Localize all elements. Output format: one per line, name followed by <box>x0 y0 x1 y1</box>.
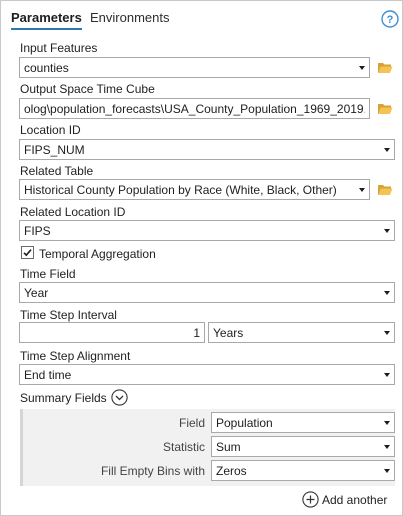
chevron-down-icon <box>384 148 390 152</box>
statistic-value: Sum <box>216 440 241 454</box>
time-step-alignment-label: Time Step Alignment <box>20 349 131 363</box>
collapse-chevron-icon[interactable] <box>111 389 128 406</box>
add-another-label: Add another <box>322 493 388 507</box>
time-field-dropdown[interactable]: Year <box>19 282 395 303</box>
fill-empty-bins-label: Fill Empty Bins with <box>100 464 205 478</box>
input-features-label: Input Features <box>20 41 98 55</box>
geoprocessing-pane: Parameters Environments ? Input Features… <box>0 0 403 516</box>
location-id-value: FIPS_NUM <box>24 143 85 157</box>
tab-parameters-label: Parameters <box>11 10 82 25</box>
temporal-aggregation-label: Temporal Aggregation <box>39 247 156 261</box>
time-field-label: Time Field <box>20 267 76 281</box>
output-cube-input[interactable]: olog\population_forecasts\USA_County_Pop… <box>19 98 370 119</box>
help-icon[interactable]: ? <box>381 10 399 28</box>
svg-text:?: ? <box>387 14 394 26</box>
chevron-down-icon <box>359 66 365 70</box>
related-table-dropdown[interactable]: Historical County Population by Race (Wh… <box>19 179 370 200</box>
fill-empty-bins-dropdown[interactable]: Zeros <box>211 460 395 481</box>
input-features-dropdown[interactable]: counties <box>19 57 370 78</box>
summary-fields-label: Summary Fields <box>20 391 107 405</box>
time-step-alignment-value: End time <box>24 368 72 382</box>
chevron-down-icon <box>384 291 390 295</box>
time-step-interval-input[interactable]: 1 <box>19 322 205 343</box>
folder-icon[interactable] <box>377 183 393 196</box>
tab-environments-label: Environments <box>90 10 170 25</box>
tab-environments[interactable]: Environments <box>90 10 169 25</box>
related-location-id-value: FIPS <box>24 224 51 238</box>
fill-empty-bins-value: Zeros <box>216 464 247 478</box>
statistic-dropdown[interactable]: Sum <box>211 436 395 457</box>
related-location-id-label: Related Location ID <box>20 205 126 219</box>
field-value: Population <box>216 416 273 430</box>
chevron-down-icon <box>384 373 390 377</box>
time-step-unit-dropdown[interactable]: Years <box>208 322 395 343</box>
active-tab-underline <box>11 28 82 30</box>
location-id-dropdown[interactable]: FIPS_NUM <box>19 139 395 160</box>
folder-icon[interactable] <box>377 102 393 115</box>
field-label: Field <box>178 416 205 430</box>
add-icon <box>302 491 319 508</box>
time-field-value: Year <box>24 286 49 300</box>
chevron-down-icon <box>384 445 390 449</box>
output-cube-label: Output Space Time Cube <box>20 82 155 96</box>
chevron-down-icon <box>384 421 390 425</box>
tab-parameters[interactable]: Parameters <box>11 10 82 30</box>
time-step-interval-label: Time Step Interval <box>20 308 117 322</box>
checkmark-icon <box>23 249 32 257</box>
chevron-down-icon <box>384 469 390 473</box>
related-table-value: Historical County Population by Race (Wh… <box>24 183 337 197</box>
chevron-down-icon <box>384 331 390 335</box>
related-location-id-dropdown[interactable]: FIPS <box>19 220 395 241</box>
output-cube-value: olog\population_forecasts\USA_County_Pop… <box>24 102 365 116</box>
folder-icon[interactable] <box>377 61 393 74</box>
chevron-down-icon <box>359 188 365 192</box>
field-dropdown[interactable]: Population <box>211 412 395 433</box>
time-step-unit-value: Years <box>213 326 244 340</box>
related-table-label: Related Table <box>20 164 94 178</box>
input-features-value: counties <box>24 61 69 75</box>
time-step-interval-number: 1 <box>193 326 200 340</box>
temporal-aggregation-checkbox[interactable] <box>21 246 34 259</box>
statistic-label: Statistic <box>162 440 205 454</box>
time-step-alignment-dropdown[interactable]: End time <box>19 364 395 385</box>
chevron-down-icon <box>384 229 390 233</box>
location-id-label: Location ID <box>20 123 81 137</box>
